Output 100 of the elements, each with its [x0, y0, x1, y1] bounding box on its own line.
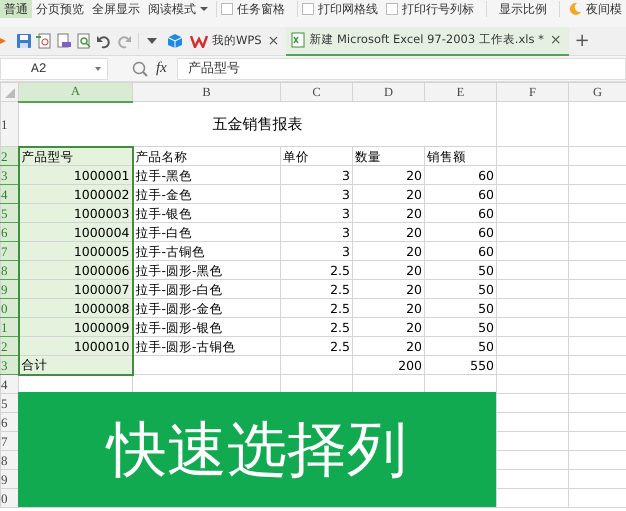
view-button[interactable]: 阅读模式	[144, 0, 200, 18]
night-mode-button[interactable]: 夜间模	[586, 0, 622, 18]
spreadsheet-icon	[291, 32, 306, 48]
row-header[interactable]: 8	[0, 260, 18, 280]
table-cell: 拉手-圆形-银色	[132, 318, 280, 336]
table-cell: 拉手-金色	[132, 184, 280, 204]
name-box[interactable]: A2	[0, 58, 108, 80]
row-header[interactable]: 3	[0, 356, 18, 374]
table-cell: 销售额	[424, 146, 496, 166]
table-cell: 数量	[352, 146, 424, 166]
table-cell: 拉手-圆形-白色	[132, 280, 280, 298]
column-header[interactable]: G	[568, 82, 626, 102]
checkbox-label[interactable]: 打印网格线	[318, 0, 378, 18]
table-cell: 20	[352, 204, 424, 222]
close-button[interactable]: ×	[548, 33, 564, 47]
new-tab-button[interactable]: +	[572, 32, 592, 50]
document-tab[interactable]: 新建 Microsoft Excel 97-2003 工作表.xls * ×	[286, 26, 569, 56]
row-header[interactable]: 5	[0, 394, 18, 412]
cube-icon[interactable]	[167, 33, 183, 49]
table-cell: 50	[424, 260, 496, 280]
checkbox-label[interactable]: 任务窗格	[237, 0, 285, 18]
row-header[interactable]: 2	[0, 146, 18, 166]
document-tab[interactable]: 我的WPS ×	[185, 26, 286, 56]
table-cell: 3	[280, 204, 352, 222]
row-header[interactable]: 7	[0, 242, 18, 260]
row-header[interactable]: 9	[0, 280, 18, 298]
row-header[interactable]: 7	[0, 432, 18, 450]
table-cell: 60	[424, 204, 496, 222]
zoom-button[interactable]: 显示比例	[491, 0, 555, 18]
row-header[interactable]: 9	[0, 470, 18, 488]
table-cell: 60	[424, 184, 496, 204]
table-cell: 20	[352, 260, 424, 280]
column-header[interactable]: C	[280, 82, 352, 102]
cell-reference: A2	[31, 60, 47, 78]
view-button[interactable]: 全屏显示	[88, 0, 144, 18]
table-cell: 拉手-圆形-古铜色	[132, 336, 280, 356]
table-cell: 1000010	[18, 336, 132, 356]
row-header[interactable]: 3	[0, 166, 18, 184]
column-header[interactable]: B	[132, 82, 280, 102]
view-button[interactable]: 普通	[0, 0, 32, 18]
column-header[interactable]: D	[352, 82, 424, 102]
table-cell: 合计	[18, 356, 132, 374]
caret-icon[interactable]	[200, 6, 208, 12]
row-header[interactable]: 4	[0, 184, 18, 204]
function-button[interactable]: fx	[156, 57, 167, 80]
view-button[interactable]: 分页预览	[32, 0, 88, 18]
undo-icon[interactable]	[96, 33, 112, 49]
print-preview-icon[interactable]	[56, 33, 72, 49]
table-cell: 1000001	[18, 166, 132, 184]
row-header[interactable]: 8	[0, 450, 18, 470]
checkbox[interactable]	[386, 3, 398, 15]
preview-icon[interactable]	[76, 33, 92, 49]
table-cell: 50	[424, 298, 496, 318]
tab-label[interactable]: 新建 Microsoft Excel 97-2003 工作表.xls *	[309, 31, 544, 49]
tab-label[interactable]: 我的WPS	[212, 32, 262, 50]
table-cell: 1000009	[18, 318, 132, 336]
row-header[interactable]: 4	[0, 374, 18, 394]
table-cell: 3	[280, 242, 352, 260]
checkbox[interactable]	[302, 3, 314, 15]
table-cell: 1000003	[18, 204, 132, 222]
save-icon[interactable]	[16, 33, 32, 49]
export-icon[interactable]	[36, 33, 52, 49]
table-cell: 60	[424, 242, 496, 260]
row-header[interactable]: 6	[0, 222, 18, 242]
table-cell: 2.5	[280, 260, 352, 280]
row-header[interactable]: 5	[0, 204, 18, 222]
row-header[interactable]: 6	[0, 412, 18, 432]
table-cell: 20	[352, 166, 424, 184]
table-cell: 1000007	[18, 280, 132, 298]
zoom-icon[interactable]	[132, 60, 148, 76]
table-cell: 拉手-圆形-黑色	[132, 260, 280, 280]
table-cell: 200	[352, 356, 424, 374]
banner-text: 快速选择列	[107, 420, 407, 480]
dropdown-icon[interactable]	[147, 38, 157, 44]
column-header[interactable]: F	[496, 82, 568, 102]
table-cell: 550	[424, 356, 496, 374]
checkbox-label[interactable]: 打印行号列标	[402, 0, 474, 18]
row-header[interactable]: 0	[0, 298, 18, 318]
table-cell: 50	[424, 280, 496, 298]
table-cell: 3	[280, 184, 352, 204]
table-cell: 20	[352, 184, 424, 204]
table-cell: 2.5	[280, 336, 352, 356]
table-cell: 20	[352, 298, 424, 318]
formula-field[interactable]: 产品型号	[176, 58, 626, 80]
row-header[interactable]: 2	[0, 336, 18, 356]
checkbox[interactable]	[221, 3, 233, 15]
table-cell: 60	[424, 222, 496, 242]
column-header[interactable]: A	[18, 82, 132, 102]
close-button[interactable]: ×	[266, 34, 282, 48]
row-header[interactable]: 0	[0, 488, 18, 508]
table-cell: 拉手-白色	[132, 222, 280, 242]
table-cell: 1000008	[18, 298, 132, 318]
table-cell: 2.5	[280, 318, 352, 336]
wps-logo-icon	[190, 34, 208, 48]
table-cell: 20	[352, 222, 424, 242]
row-header[interactable]: 1	[0, 318, 18, 336]
caret-icon[interactable]	[95, 66, 101, 70]
table-cell: 3	[280, 166, 352, 184]
row-header[interactable]: 1	[0, 102, 18, 146]
column-header[interactable]: E	[424, 82, 496, 102]
